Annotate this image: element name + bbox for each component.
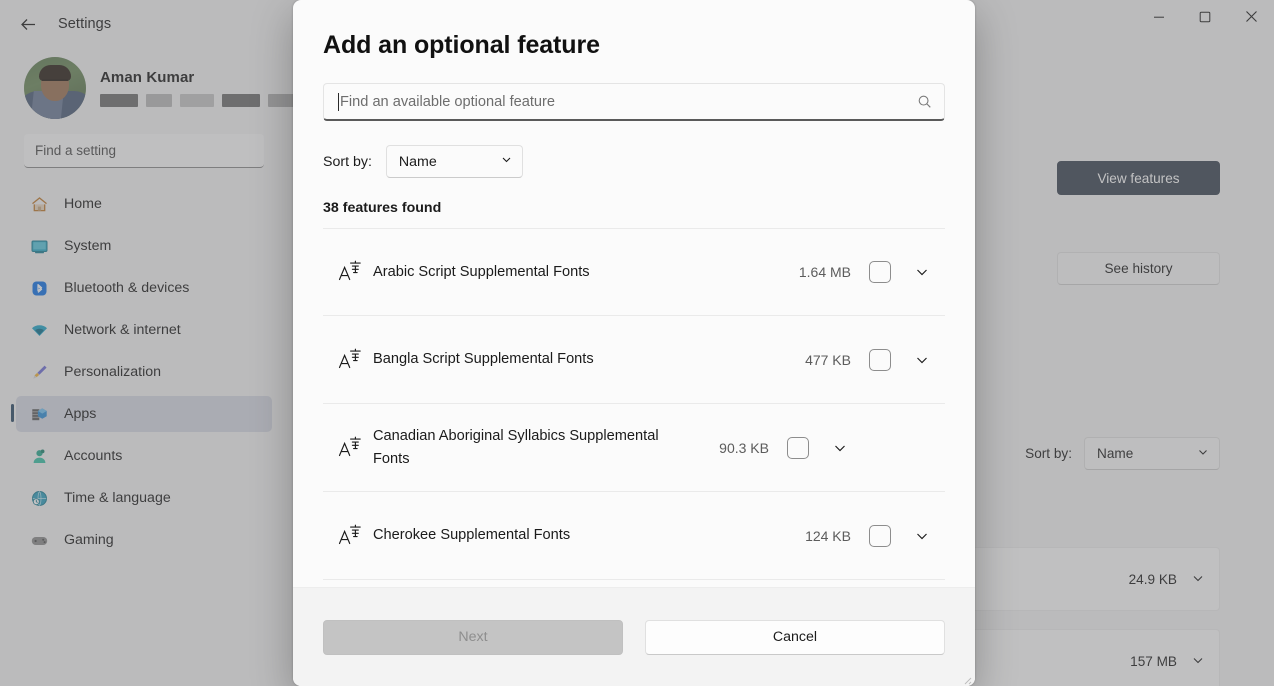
sidebar-item-personalization[interactable]: Personalization: [16, 354, 272, 390]
screen: Settings Aman Kumar Find a setting Home …: [0, 0, 1274, 686]
apps-icon: [28, 403, 50, 425]
view-features-button[interactable]: View features: [1057, 161, 1220, 195]
app-title: Settings: [58, 16, 112, 32]
expand-chevron-icon[interactable]: [905, 528, 939, 544]
sidebar-item-gaming[interactable]: Gaming: [16, 522, 272, 558]
system-icon: [28, 235, 50, 257]
feature-name: Canadian Aboriginal Syllabics Supplement…: [373, 427, 659, 467]
back-arrow-icon: [20, 16, 37, 33]
feature-list: Arabic Script Supplemental Fonts 1.64 MB: [323, 228, 945, 580]
expand-chevron-icon[interactable]: [905, 264, 939, 280]
dialog-sort-select[interactable]: Name: [385, 145, 523, 178]
background-row-size: 157 MB: [1130, 653, 1177, 669]
font-icon: [327, 435, 373, 461]
feature-size: 1.64 MB: [798, 264, 851, 280]
feature-search-input[interactable]: Find an available optional feature: [323, 83, 945, 121]
feature-row[interactable]: Arabic Script Supplemental Fonts 1.64 MB: [323, 228, 945, 316]
expand-chevron-icon[interactable]: [823, 440, 857, 456]
background-sort-label: Sort by:: [1025, 446, 1072, 461]
close-icon: [1245, 10, 1258, 23]
sidebar-item-accounts[interactable]: Accounts: [16, 438, 272, 474]
clock-icon: [28, 487, 50, 509]
feature-search-placeholder: Find an available optional feature: [340, 93, 556, 110]
sidebar-item-label: Time & language: [64, 490, 171, 506]
sidebar-item-label: Gaming: [64, 532, 114, 548]
chevron-down-icon: [1191, 653, 1205, 670]
dialog-sort-value: Name: [398, 153, 437, 170]
sidebar-item-label: Accounts: [64, 448, 123, 464]
sidebar-item-label: Personalization: [64, 364, 162, 380]
background-sort-select[interactable]: Name: [1084, 437, 1220, 470]
sidebar-item-label: Apps: [64, 406, 97, 422]
cancel-button[interactable]: Cancel: [645, 619, 945, 655]
feature-row[interactable]: Cherokee Supplemental Fonts 124 KB: [323, 492, 945, 580]
chevron-down-icon: [1191, 571, 1205, 588]
search-icon: [917, 94, 932, 109]
font-icon: [327, 347, 373, 373]
results-count: 38 features found: [323, 200, 442, 216]
chevron-down-icon: [1197, 446, 1209, 461]
sidebar-item-label: System: [64, 238, 112, 254]
avatar: [24, 57, 86, 119]
bluetooth-icon: [28, 277, 50, 299]
expand-chevron-icon[interactable]: [905, 352, 939, 368]
sidebar-item-time-language[interactable]: Time & language: [16, 480, 272, 516]
sidebar-item-label: Bluetooth & devices: [64, 280, 190, 296]
sidebar-search-wrap: Find a setting: [0, 122, 288, 168]
accounts-icon: [28, 445, 50, 467]
chevron-down-icon: [500, 153, 513, 170]
feature-checkbox[interactable]: [787, 436, 809, 459]
sidebar-item-bluetooth[interactable]: Bluetooth & devices: [16, 270, 272, 306]
dialog-title: Add an optional feature: [323, 31, 600, 59]
feature-name: Bangla Script Supplemental Fonts: [373, 351, 594, 368]
feature-checkbox[interactable]: [869, 348, 891, 371]
brush-icon: [28, 361, 50, 383]
font-icon: [327, 523, 373, 549]
sidebar-item-label: Network & internet: [64, 322, 181, 338]
sidebar-item-apps[interactable]: Apps: [11, 396, 272, 432]
feature-size: 124 KB: [805, 527, 851, 544]
add-optional-feature-dialog: Add an optional feature Find an availabl…: [293, 0, 975, 686]
see-history-button[interactable]: See history: [1057, 252, 1220, 285]
window-controls: [1136, 0, 1274, 48]
sidebar-item-network[interactable]: Network & internet: [16, 312, 272, 348]
font-icon: [327, 259, 373, 285]
minimize-button[interactable]: [1136, 0, 1182, 33]
background-sort-control: Sort by: Name: [1025, 437, 1220, 470]
feature-size: 477 KB: [805, 351, 851, 368]
dialog-sort-label: Sort by:: [323, 153, 372, 170]
dialog-content: Add an optional feature Find an availabl…: [293, 0, 975, 587]
feature-row[interactable]: Canadian Aboriginal Syllabics Supplement…: [323, 404, 945, 492]
sidebar-search-placeholder: Find a setting: [35, 143, 117, 158]
close-button[interactable]: [1228, 0, 1274, 33]
maximize-button[interactable]: [1182, 0, 1228, 33]
feature-row[interactable]: Bangla Script Supplemental Fonts 477 KB: [323, 316, 945, 404]
dialog-sort-control: Sort by: Name: [323, 145, 945, 178]
next-button[interactable]: Next: [323, 619, 623, 655]
gaming-icon: [28, 529, 50, 551]
account-block[interactable]: Aman Kumar: [0, 48, 350, 122]
feature-checkbox[interactable]: [869, 524, 891, 547]
sidebar: Aman Kumar Find a setting Home System Bl…: [0, 48, 350, 686]
home-icon: [28, 193, 50, 215]
maximize-icon: [1199, 11, 1211, 23]
sidebar-item-label: Home: [64, 196, 102, 212]
background-row-size: 24.9 KB: [1128, 571, 1177, 587]
sidebar-nav: Home System Bluetooth & devices Network …: [0, 186, 288, 686]
sidebar-item-home[interactable]: Home: [16, 186, 272, 222]
resize-grip-icon[interactable]: [960, 672, 972, 685]
background-sort-value: Name: [1097, 446, 1134, 461]
network-icon: [28, 319, 50, 341]
text-caret: [338, 92, 339, 111]
back-button[interactable]: [11, 9, 45, 39]
feature-name: Cherokee Supplemental Fonts: [373, 527, 571, 544]
dialog-footer: Next Cancel: [293, 587, 975, 686]
feature-size: 90.3 KB: [719, 439, 769, 456]
feature-checkbox[interactable]: [869, 261, 891, 283]
minimize-icon: [1153, 11, 1165, 23]
feature-name: Arabic Script Supplemental Fonts: [373, 263, 590, 280]
search-input[interactable]: Find a setting: [24, 134, 264, 168]
sidebar-item-system[interactable]: System: [16, 228, 272, 264]
